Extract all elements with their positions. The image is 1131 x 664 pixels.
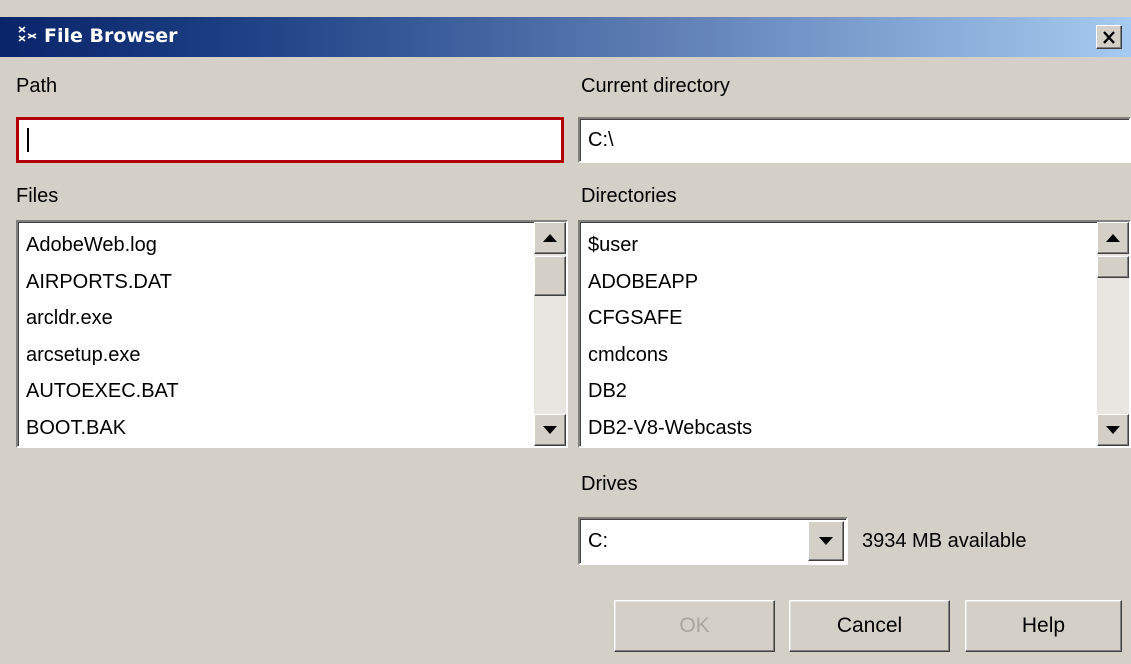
directories-scroll-thumb[interactable] — [1097, 256, 1129, 278]
directories-scroll-up-button[interactable] — [1097, 222, 1129, 254]
drives-dropdown-button[interactable] — [808, 521, 844, 561]
drive-space-available: 3934 MB available — [862, 530, 1027, 552]
window-title: File Browser — [44, 25, 178, 47]
directories-scroll-down-button[interactable] — [1097, 414, 1129, 446]
file-list-item[interactable]: arcldr.exe — [26, 303, 179, 340]
directories-scrollbar[interactable] — [1097, 222, 1129, 446]
files-list[interactable]: AdobeWeb.log AIRPORTS.DAT arcldr.exe arc… — [16, 220, 568, 448]
current-directory-field: C:\ — [578, 117, 1131, 163]
text-caret — [27, 128, 29, 152]
drives-select[interactable]: C: — [578, 517, 848, 565]
file-list-item[interactable]: arcsetup.exe — [26, 340, 179, 377]
files-scroll-thumb[interactable] — [534, 256, 566, 296]
current-directory-label: Current directory — [581, 75, 730, 97]
directory-list-item[interactable]: CFGSAFE — [588, 303, 752, 340]
file-list-item[interactable]: AUTOEXEC.BAT — [26, 376, 179, 413]
arrow-up-icon — [543, 234, 557, 242]
java-duke-icon — [18, 26, 37, 42]
file-list-item[interactable]: AIRPORTS.DAT — [26, 267, 179, 304]
chevron-down-icon — [819, 537, 833, 545]
ok-button[interactable]: OK — [614, 600, 775, 652]
directories-label: Directories — [581, 185, 677, 207]
file-list-item[interactable]: AdobeWeb.log — [26, 230, 179, 267]
arrow-down-icon — [1106, 426, 1120, 434]
directory-list-item[interactable]: DB2-V8-Webcasts — [588, 413, 752, 447]
directory-list-item[interactable]: DB2 — [588, 376, 752, 413]
arrow-up-icon — [1106, 234, 1120, 242]
directory-list-item[interactable]: ADOBEAPP — [588, 267, 752, 304]
help-button[interactable]: Help — [965, 600, 1122, 652]
directory-list-item[interactable]: cmdcons — [588, 340, 752, 377]
files-scrollbar[interactable] — [534, 222, 566, 446]
title-bar[interactable]: File Browser — [0, 17, 1131, 57]
files-scroll-down-button[interactable] — [534, 414, 566, 446]
directory-list-item[interactable]: $user — [588, 230, 752, 267]
files-scroll-up-button[interactable] — [534, 222, 566, 254]
close-button[interactable] — [1096, 25, 1122, 49]
path-input[interactable] — [19, 120, 561, 160]
close-x-icon — [1103, 30, 1115, 44]
path-field[interactable] — [16, 117, 564, 163]
arrow-down-icon — [543, 426, 557, 434]
cancel-button[interactable]: Cancel — [789, 600, 950, 652]
drives-selected-value: C: — [588, 530, 608, 552]
files-label: Files — [16, 185, 59, 207]
path-label: Path — [16, 75, 58, 97]
drives-label: Drives — [581, 473, 638, 495]
current-directory-value: C:\ — [588, 129, 614, 151]
directories-list[interactable]: $user ADOBEAPP CFGSAFE cmdcons DB2 DB2-V… — [578, 220, 1131, 448]
file-list-item[interactable]: BOOT.BAK — [26, 413, 179, 447]
file-browser-dialog: File Browser Path Current directory C:\ … — [0, 0, 1131, 664]
